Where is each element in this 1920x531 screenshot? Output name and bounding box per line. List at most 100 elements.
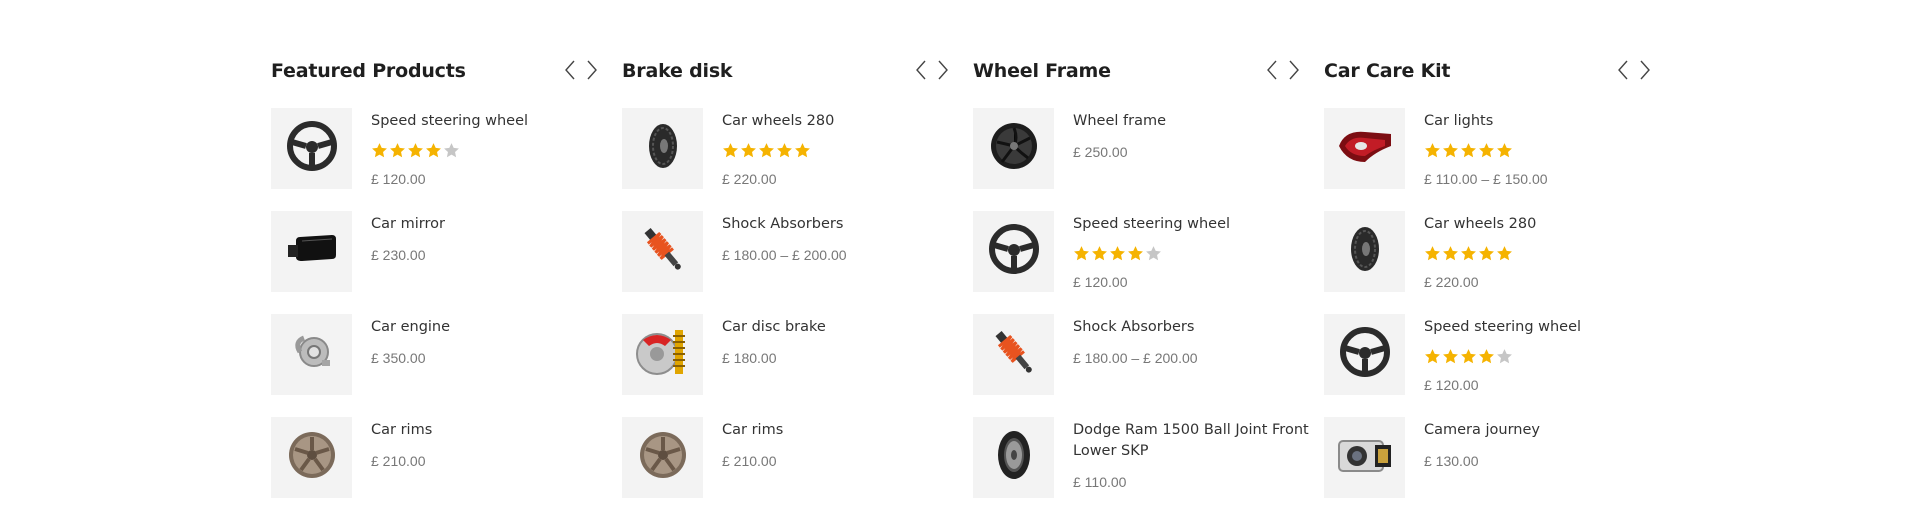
disc-brake-icon [633,322,693,387]
product-price: £ 220.00 [722,171,777,187]
chevron-left-icon[interactable] [1265,58,1279,82]
column-title: Car Care Kit [1324,60,1451,82]
chevron-right-icon[interactable] [1287,58,1301,82]
chevron-left-icon[interactable] [914,58,928,82]
product-name-link[interactable]: Speed steering wheel [371,111,611,132]
chevron-left-icon[interactable] [1616,58,1630,82]
product-price: £ 120.00 [371,171,426,187]
column-title: Featured Products [271,60,466,82]
carousel-nav [914,58,950,82]
product-info: Car rims £ 210.00 [371,417,611,498]
shock-absorber-icon [633,219,693,284]
product-item: Camera journey £ 130.00 [1324,417,1675,498]
column-header: Brake disk [622,58,973,108]
product-thumbnail[interactable] [1324,211,1405,292]
product-info: Car wheels 280 £ 220.00 [1424,211,1664,292]
product-item: Dodge Ram 1500 Ball Joint Front Lower SK… [973,417,1324,498]
column-title: Wheel Frame [973,60,1111,82]
star-empty-icon [1497,349,1512,364]
product-thumbnail[interactable] [271,417,352,498]
column-header: Featured Products [271,58,622,108]
dash-camera-icon [1335,425,1395,490]
star-filled-icon [408,143,423,158]
product-thumbnail[interactable] [973,417,1054,498]
star-empty-icon [444,143,459,158]
product-info: Car mirror £ 230.00 [371,211,611,292]
product-thumbnail[interactable] [973,314,1054,395]
product-item: Car rims £ 210.00 [271,417,622,498]
product-name-link[interactable]: Speed steering wheel [1073,214,1313,235]
rim-icon [633,425,693,490]
product-thumbnail[interactable] [973,108,1054,189]
product-name-link[interactable]: Wheel frame [1073,111,1313,132]
product-name-link[interactable]: Dodge Ram 1500 Ball Joint Front Lower SK… [1073,420,1313,462]
product-thumbnail[interactable] [622,417,703,498]
star-filled-icon [390,143,405,158]
product-info: Wheel frame £ 250.00 [1073,108,1313,189]
carousel-nav [563,58,599,82]
product-name-link[interactable]: Car wheels 280 [722,111,962,132]
product-thumbnail[interactable] [271,314,352,395]
star-filled-icon [1497,143,1512,158]
product-thumbnail[interactable] [1324,417,1405,498]
product-item: Car rims £ 210.00 [622,417,973,498]
product-name-link[interactable]: Car rims [722,420,962,441]
product-price: £ 180.00 – £ 200.00 [722,247,847,263]
product-name-link[interactable]: Car lights [1424,111,1664,132]
product-thumbnail[interactable] [622,108,703,189]
product-name-link[interactable]: Car disc brake [722,317,962,338]
star-rating [371,142,611,160]
product-info: Car lights £ 110.00 – £ 150.00 [1424,108,1664,189]
tire-side-icon [984,425,1044,490]
product-info: Camera journey £ 130.00 [1424,417,1664,498]
product-name-link[interactable]: Car engine [371,317,611,338]
product-price: £ 180.00 – £ 200.00 [1073,350,1198,366]
rim-icon [282,425,342,490]
star-filled-icon [1092,246,1107,261]
star-rating [1424,245,1664,263]
product-thumbnail[interactable] [1324,108,1405,189]
shock-absorber-icon [984,322,1044,387]
product-thumbnail[interactable] [622,314,703,395]
product-price: £ 130.00 [1424,453,1479,469]
product-name-link[interactable]: Speed steering wheel [1424,317,1664,338]
product-thumbnail[interactable] [1324,314,1405,395]
carousel-nav [1616,58,1652,82]
column-title: Brake disk [622,60,733,82]
star-filled-icon [1443,246,1458,261]
star-filled-icon [1443,349,1458,364]
product-name-link[interactable]: Car wheels 280 [1424,214,1664,235]
steering-wheel-icon [282,116,342,181]
product-name-link[interactable]: Shock Absorbers [1073,317,1313,338]
product-name-link[interactable]: Camera journey [1424,420,1664,441]
star-filled-icon [1461,143,1476,158]
product-info: Shock Absorbers £ 180.00 – £ 200.00 [1073,314,1313,395]
chevron-right-icon[interactable] [585,58,599,82]
product-name-link[interactable]: Car rims [371,420,611,441]
star-filled-icon [1461,246,1476,261]
product-thumbnail[interactable] [622,211,703,292]
chevron-right-icon[interactable] [1638,58,1652,82]
steering-wheel-icon [1335,322,1395,387]
star-rating [1424,348,1664,366]
chevron-right-icon[interactable] [936,58,950,82]
star-filled-icon [1425,246,1440,261]
star-filled-icon [723,143,738,158]
product-price: £ 210.00 [371,453,426,469]
product-thumbnail[interactable] [973,211,1054,292]
star-filled-icon [1074,246,1089,261]
star-empty-icon [1146,246,1161,261]
product-info: Dodge Ram 1500 Ball Joint Front Lower SK… [1073,417,1313,498]
product-item: Speed steering wheel £ 120.00 [973,211,1324,292]
product-thumbnail[interactable] [271,211,352,292]
product-thumbnail[interactable] [271,108,352,189]
product-price: £ 120.00 [1424,377,1479,393]
chevron-left-icon[interactable] [563,58,577,82]
star-filled-icon [795,143,810,158]
product-item: Shock Absorbers £ 180.00 – £ 200.00 [973,314,1324,395]
column-header: Car Care Kit [1324,58,1675,108]
product-name-link[interactable]: Shock Absorbers [722,214,962,235]
product-price: £ 120.00 [1073,274,1128,290]
product-name-link[interactable]: Car mirror [371,214,611,235]
product-info: Shock Absorbers £ 180.00 – £ 200.00 [722,211,962,292]
